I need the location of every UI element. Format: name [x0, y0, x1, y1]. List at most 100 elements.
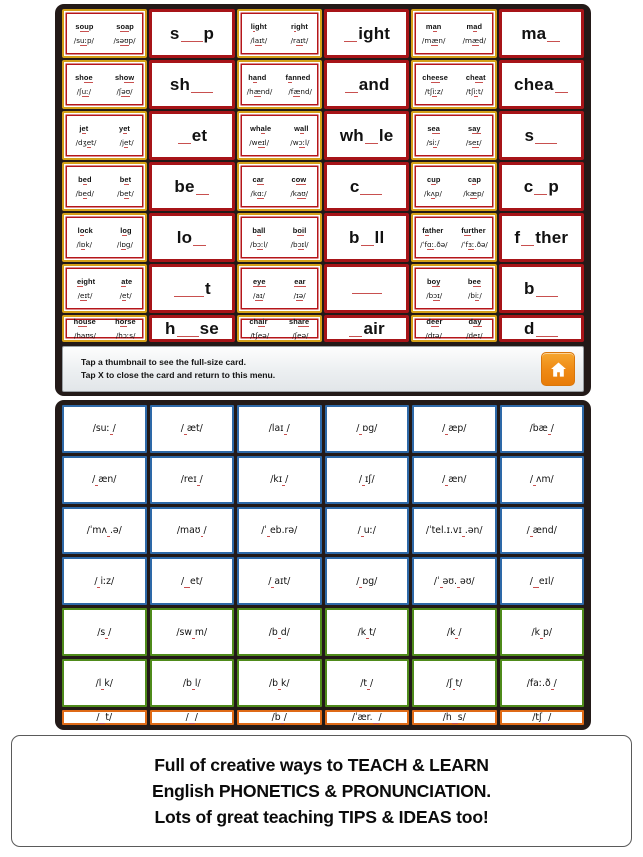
word-card[interactable]: cup cap/kʌp/ /kæp/ — [411, 162, 497, 211]
phonetic-blank — [184, 575, 191, 588]
word-card[interactable]: be — [149, 162, 235, 211]
word-card[interactable]: soup soap/suːp/ /səʊp/ — [62, 9, 148, 58]
word-card[interactable]: sh — [149, 60, 235, 109]
phonetic-card[interactable]: / ɪʃ/ — [324, 455, 409, 504]
phonetic-card[interactable]: /maʊ / — [149, 506, 234, 555]
home-button[interactable] — [541, 352, 575, 386]
phonetic-card[interactable]: /h s/ — [412, 709, 497, 725]
word-card[interactable]: deer day/dɪə/ /deɪ/ — [411, 315, 497, 342]
phonetic-card[interactable]: / æp/ — [412, 405, 497, 453]
phonetic-card[interactable]: / æn/ — [412, 455, 497, 504]
pattern-suffix: se — [199, 319, 219, 338]
phonetic-card[interactable]: /tʃ / — [499, 709, 584, 725]
phonetic-text: / æt/ — [180, 423, 203, 436]
phonetic-card[interactable]: /t / — [324, 659, 409, 707]
phonetic-card[interactable]: / et/ — [149, 557, 234, 606]
card-word-row: jet yet — [64, 124, 145, 134]
word-card[interactable]: d — [498, 315, 584, 342]
phonetic-card[interactable]: /s / — [62, 608, 147, 657]
card-letter-pattern — [351, 283, 383, 294]
word-card[interactable]: chair share/tʃeə/ /ʃeə/ — [236, 315, 322, 342]
card-word: deer — [426, 317, 443, 327]
phonetic-card[interactable]: / ænd/ — [499, 506, 584, 555]
word-card[interactable]: f ther — [498, 213, 584, 262]
word-card[interactable]: t — [149, 264, 235, 313]
word-card[interactable]: h se — [149, 315, 235, 342]
word-card[interactable]: bed bet/bed/ /bet/ — [62, 162, 148, 211]
word-card[interactable]: air — [324, 315, 410, 342]
phonetic-blank — [95, 474, 99, 487]
phonetic-card[interactable]: / aɪt/ — [237, 557, 322, 606]
word-card[interactable]: light right/laɪt/ /raɪt/ — [236, 9, 322, 58]
word-card[interactable]: lo — [149, 213, 235, 262]
phonetic-card[interactable]: /b d/ — [237, 608, 322, 657]
word-card[interactable] — [324, 264, 410, 313]
word-card[interactable]: father further/ˈfɑː.ðə/ /ˈfɜː.ðə/ — [411, 213, 497, 262]
phonetic-card[interactable]: /ʃ t/ — [412, 659, 497, 707]
phonetic-card[interactable]: / iːz/ — [62, 557, 147, 606]
phonetic-card[interactable]: /ˈær. / — [324, 709, 409, 725]
phonetic-card[interactable]: /b k/ — [237, 659, 322, 707]
word-card[interactable]: ight — [324, 9, 410, 58]
phonetic-card[interactable]: /kɪ / — [237, 455, 322, 504]
phonetic-card[interactable]: /reɪ / — [149, 455, 234, 504]
word-card[interactable]: shoe show/ʃuː/ /ʃəʊ/ — [62, 60, 148, 109]
phonetic-card[interactable]: /faː.ð / — [499, 659, 584, 707]
word-card[interactable]: house horse/haʊs/ /hɔːs/ — [62, 315, 148, 342]
phonetic-card[interactable]: / ɒg/ — [324, 557, 409, 606]
word-card[interactable]: hand fanned/hænd/ /fænd/ — [236, 60, 322, 109]
card-phonetic: /fænd/ — [288, 87, 312, 97]
phonetic-card[interactable]: /k / — [412, 608, 497, 657]
word-card[interactable]: b — [498, 264, 584, 313]
pattern-suffix: air — [363, 319, 385, 338]
phonetic-card[interactable]: / / — [149, 709, 234, 725]
phonetic-card[interactable]: /b / — [237, 709, 322, 725]
phonetic-card[interactable]: / æt/ — [149, 405, 234, 453]
word-card[interactable]: eight ate/eɪt/ /et/ — [62, 264, 148, 313]
phonetic-card[interactable]: / t/ — [62, 709, 147, 725]
phonetic-card[interactable]: /ˈmʌ .ə/ — [62, 506, 147, 555]
word-card[interactable]: ma — [498, 9, 584, 58]
phonetic-card[interactable]: /b l/ — [149, 659, 234, 707]
word-card[interactable]: eye ear/aɪ/ /ɪə/ — [236, 264, 322, 313]
phonetic-card[interactable]: /sw m/ — [149, 608, 234, 657]
word-card[interactable]: boy bee/bɔɪ/ /biː/ — [411, 264, 497, 313]
word-card[interactable]: sea say/siː/ /seɪ/ — [411, 111, 497, 160]
phonetic-blank — [283, 423, 287, 436]
word-card[interactable]: chea — [498, 60, 584, 109]
word-card[interactable]: et — [149, 111, 235, 160]
word-card[interactable]: jet yet/dʒet/ /jet/ — [62, 111, 148, 160]
phonetic-card[interactable]: / ʌm/ — [499, 455, 584, 504]
word-card[interactable]: car cow/kɑː/ /kaʊ/ — [236, 162, 322, 211]
phonetic-text: /sw m/ — [176, 626, 208, 639]
word-card[interactable]: whale wall/weɪl/ /wɔːl/ — [236, 111, 322, 160]
phonetic-card[interactable]: /ˈtel.ɪ.vɪ .ən/ — [412, 506, 497, 555]
word-card[interactable]: c — [324, 162, 410, 211]
word-card[interactable]: man mad/mæn/ /mæd/ — [411, 9, 497, 58]
phonetic-card[interactable]: / eɪl/ — [499, 557, 584, 606]
word-card[interactable]: and — [324, 60, 410, 109]
phonetic-card[interactable]: /ˈ əʊ. əʊ/ — [412, 557, 497, 606]
phonetic-card[interactable]: / uː/ — [324, 506, 409, 555]
word-card[interactable]: cheese cheat/tʃiːz/ /tʃiːt/ — [411, 60, 497, 109]
card-phonetic: /eɪt/ — [77, 291, 93, 301]
phonetic-card[interactable]: /l k/ — [62, 659, 147, 707]
phonetic-card[interactable]: /k t/ — [324, 608, 409, 657]
word-card[interactable]: ball boil/bɔːl/ /bɔɪl/ — [236, 213, 322, 262]
word-card[interactable]: wh le — [324, 111, 410, 160]
word-card[interactable]: sp — [149, 9, 235, 58]
card-word: cheese — [422, 73, 448, 83]
phonetic-text: / æp/ — [442, 423, 467, 436]
phonetic-card[interactable]: /bæ / — [499, 405, 584, 453]
phonetic-card[interactable]: /suː / — [62, 405, 147, 453]
phonetic-card[interactable]: /laɪ / — [237, 405, 322, 453]
phonetic-blank — [457, 575, 460, 588]
word-card[interactable]: b ll — [324, 213, 410, 262]
word-card[interactable]: s — [498, 111, 584, 160]
word-card[interactable]: cp — [498, 162, 584, 211]
phonetic-card[interactable]: /ˈ eb.rə/ — [237, 506, 322, 555]
phonetic-card[interactable]: / æn/ — [62, 455, 147, 504]
phonetic-card[interactable]: /k p/ — [499, 608, 584, 657]
phonetic-card[interactable]: / ɒg/ — [324, 405, 409, 453]
word-card[interactable]: lock log/lɒk/ /lɒg/ — [62, 213, 148, 262]
